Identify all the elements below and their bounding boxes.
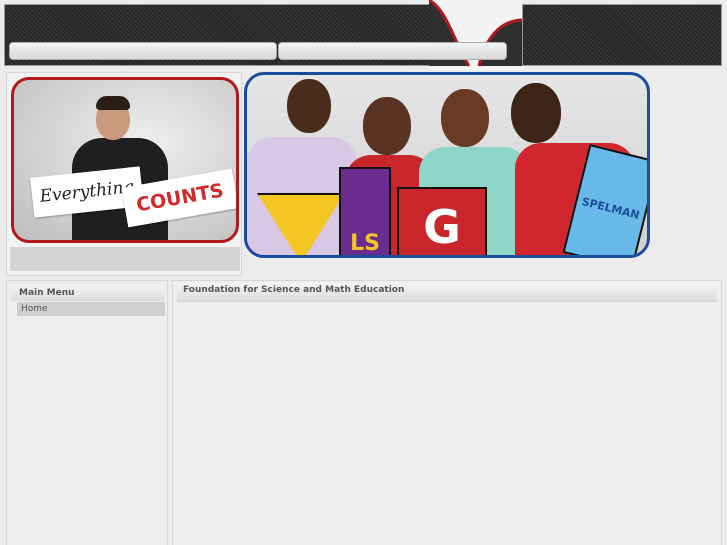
nav-item-1[interactable] <box>9 42 277 60</box>
man-hair <box>96 96 130 110</box>
page-title: Foundation for Science and Math Educatio… <box>177 283 717 301</box>
pennant-lsu: LS <box>339 167 391 255</box>
left-banner-panel: Everything COUNTS <box>6 72 242 276</box>
everything-counts-photo: Everything COUNTS <box>11 77 239 243</box>
nav-item-2[interactable] <box>278 42 507 60</box>
title-divider <box>177 301 717 302</box>
pennant-georgia: G <box>397 187 487 255</box>
menu-item-home[interactable]: Home <box>17 302 165 316</box>
students-banner-photo: LS G SPELMAN <box>244 72 650 258</box>
main-menu-title: Main Menu <box>11 285 165 301</box>
left-banner-bar <box>10 247 240 271</box>
main-menu-panel: Main Menu Home <box>6 280 168 545</box>
header-bar-right <box>522 4 722 66</box>
main-content-panel: Foundation for Science and Math Educatio… <box>172 280 722 545</box>
